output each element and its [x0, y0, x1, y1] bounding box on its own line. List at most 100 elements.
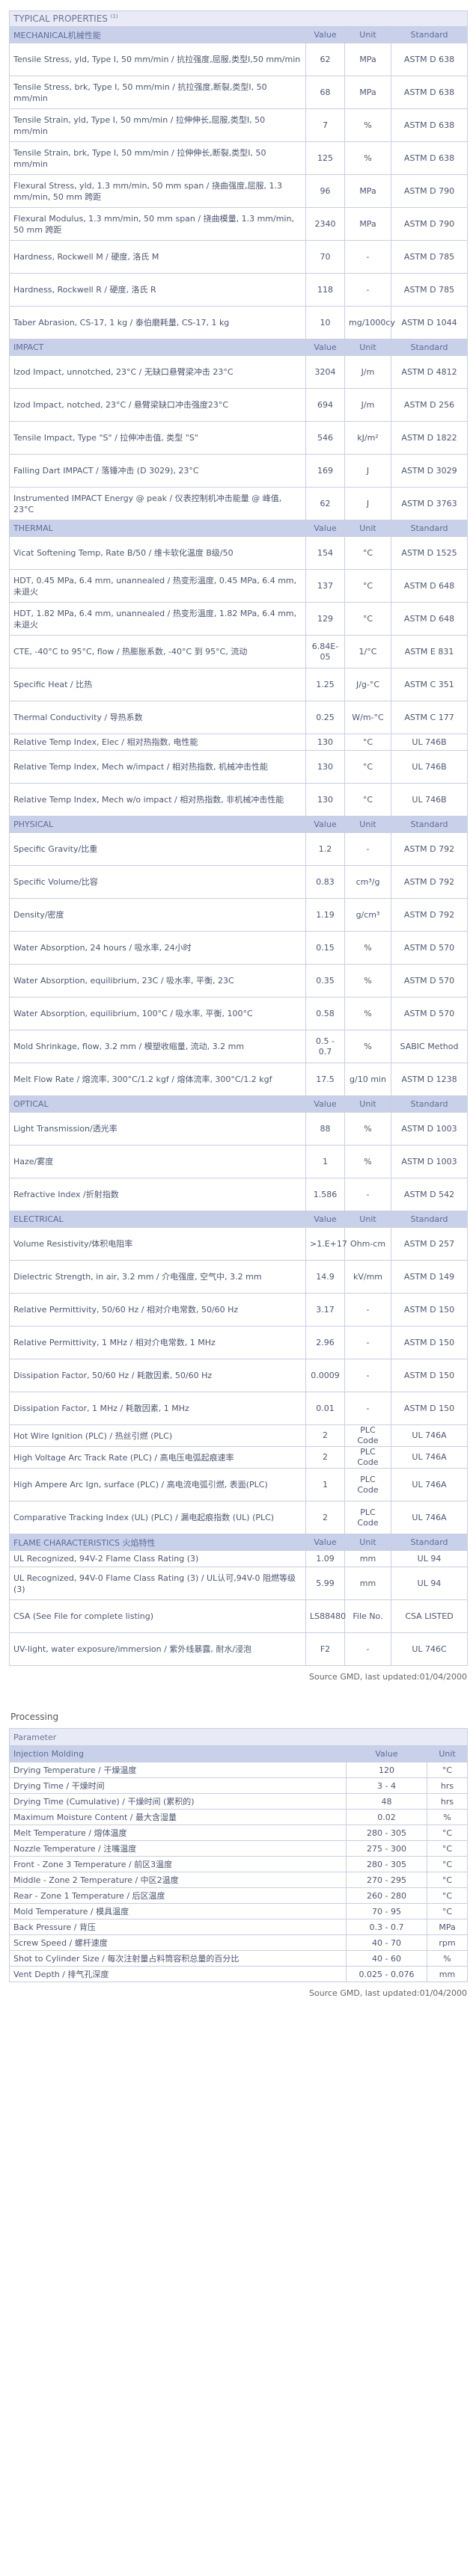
property-value: 62 — [305, 487, 345, 520]
value-header: Value — [305, 1534, 345, 1551]
source-note-2: Source GMD, last updated:01/04/2000 — [309, 1988, 467, 1998]
processing-parameter: Back Pressure / 背压 — [9, 1919, 347, 1935]
property-name: Melt Flow Rate / 熔流率, 300°C/1.2 kgf / 熔体… — [9, 1063, 306, 1096]
processing-unit: rpm — [426, 1934, 469, 1951]
property-standard: ASTM D 150 — [390, 1326, 469, 1359]
property-value: 1.586 — [305, 1178, 345, 1211]
section-header-row: OPTICAL Value Unit Standard — [9, 1095, 469, 1113]
processing-value: 0.025 - 0.076 — [346, 1966, 427, 1982]
table-title: TYPICAL PROPERTIES (1) — [8, 10, 469, 27]
processing-value: 48 — [346, 1793, 427, 1810]
property-standard: ASTM D 638 — [390, 76, 469, 109]
property-standard: ASTM D 638 — [390, 43, 469, 76]
property-value: 1.2 — [305, 832, 345, 866]
property-value: 5.99 — [305, 1567, 345, 1600]
property-value: 130 — [305, 750, 345, 784]
property-standard: UL 746C — [390, 1632, 469, 1666]
property-name: HDT, 1.82 MPa, 6.4 mm, unannealed / 热变形温… — [9, 602, 306, 636]
property-row: High Voltage Arc Track Rate (PLC) / 高电压电… — [9, 1446, 469, 1469]
property-standard: ASTM D 150 — [390, 1392, 469, 1425]
property-unit: mm — [344, 1550, 391, 1567]
standard-header: Standard — [390, 339, 469, 356]
property-unit: % — [344, 1030, 391, 1063]
property-row: Comparative Tracking Index (UL) (PLC) / … — [9, 1501, 469, 1534]
property-standard: ASTM D 1044 — [390, 306, 469, 339]
property-row: Relative Temp Index, Elec / 相对热指数, 电性能 13… — [9, 734, 469, 751]
value-header: Value — [305, 520, 345, 537]
property-name: Izod Impact, notched, 23°C / 悬臂梁缺口冲击强度23… — [9, 388, 306, 422]
processing-row: Middle - Zone 2 Temperature / 中区2温度 270 -… — [9, 1872, 469, 1888]
property-row: Tensile Impact, Type "S" / 拉伸冲击值, 类型 "S"… — [9, 421, 469, 455]
section-title: THERMAL — [9, 520, 306, 537]
property-value: 2.96 — [305, 1326, 345, 1359]
processing-parameter: Drying Time (Cumulative) / 干燥时间 (累积的) — [9, 1793, 347, 1810]
property-value: >1.E+17 — [305, 1227, 347, 1261]
section-header-row: FLAME CHARACTERISTICS 火焰特性 Value Unit Stand… — [9, 1534, 469, 1551]
property-name: UV-light, water exposure/immersion / 紫外线… — [9, 1632, 306, 1666]
standard-header: Standard — [390, 520, 469, 537]
property-name: Specific Gravity/比重 — [9, 832, 306, 866]
property-name: Instrumented IMPACT Energy @ peak / 仪表控制… — [9, 487, 306, 520]
processing-value: 270 - 295 — [346, 1872, 427, 1888]
property-name: Mold Shrinkage, flow, 3.2 mm / 模塑收缩量, 流动… — [9, 1030, 306, 1063]
processing-unit: °C — [426, 1762, 469, 1778]
section-header-row: ELECTRICAL Value Unit Standard — [9, 1211, 469, 1228]
property-value: 1.19 — [305, 898, 345, 932]
section-title: FLAME CHARACTERISTICS 火焰特性 — [9, 1534, 306, 1551]
property-row: Dissipation Factor, 1 MHz / 耗散因素, 1 MHz 0… — [9, 1392, 469, 1425]
property-name: Hardness, Rockwell M / 硬度, 洛氏 M — [9, 240, 306, 274]
processing-row: Drying Time / 干燥时间 3 - 4 hrs — [9, 1777, 469, 1794]
processing-parameter: Melt Temperature / 熔体温度 — [9, 1825, 347, 1841]
property-row: Relative Permittivity, 1 MHz / 相对介电常数, 1… — [9, 1326, 469, 1359]
processing-parameter: Maximum Moisture Content / 最大含湿量 — [9, 1809, 347, 1825]
property-row: Vicat Softening Temp, Rate B/50 / 维卡软化温度… — [9, 536, 469, 570]
property-value: 1.25 — [305, 668, 345, 701]
property-standard: ASTM E 831 — [390, 635, 469, 668]
property-unit: mg/1000cy — [344, 306, 395, 339]
property-standard: ASTM D 1238 — [390, 1063, 469, 1096]
property-name: Relative Temp Index, Mech w/o impact / 相… — [9, 783, 306, 817]
property-unit: Ohm-cm — [344, 1227, 391, 1261]
section-title: PHYSICAL — [9, 816, 306, 833]
injection-molding-header: Injection Molding — [9, 1745, 347, 1762]
property-unit: % — [344, 997, 391, 1030]
processing-unit: °C — [426, 1856, 469, 1872]
property-row: High Ampere Arc Ign, surface (PLC) / 高电流… — [9, 1468, 469, 1501]
property-unit: - — [344, 832, 391, 866]
property-unit: - — [344, 273, 391, 307]
processing-table: Parameter Injection Molding Value Unit D… — [8, 1728, 469, 1982]
property-unit: g/cm³ — [344, 898, 391, 932]
property-unit: % — [344, 108, 391, 142]
property-unit: - — [344, 1293, 391, 1327]
property-row: Specific Heat / 比热 1.25 J/g-°C ASTM C 351 — [9, 668, 469, 701]
property-row: Flexural Stress, yld, 1.3 mm/min, 50 mm … — [9, 174, 469, 208]
property-value: 0.5 - 0.7 — [305, 1030, 345, 1063]
property-row: Specific Gravity/比重 1.2- ASTM D 792 — [9, 832, 469, 866]
property-unit: MPa — [344, 76, 391, 109]
processing-parameter: Drying Temperature / 干燥温度 — [9, 1762, 347, 1778]
property-unit: °C — [344, 734, 391, 751]
property-unit: kV/mm — [344, 1260, 391, 1294]
processing-value: 275 - 300 — [346, 1840, 427, 1857]
property-value: 129 — [305, 602, 345, 636]
property-row: Haze/雾度 1% ASTM D 1003 — [9, 1145, 469, 1178]
processing-unit: MPa — [426, 1919, 469, 1935]
property-unit: - — [344, 1326, 391, 1359]
parameter-header: Parameter — [8, 1728, 469, 1746]
processing-row: Screw Speed / 螺杆速度 40 - 70 rpm — [9, 1934, 469, 1951]
property-row: Water Absorption, 24 hours / 吸水率, 24小时 0.… — [9, 931, 469, 965]
standard-header: Standard — [390, 26, 469, 43]
property-standard: UL 746B — [390, 750, 469, 784]
processing-value: 3 - 4 — [346, 1777, 427, 1794]
property-unit: PLC Code — [344, 1446, 391, 1469]
processing-row: Front - Zone 3 Temperature / 前区3温度 280 - … — [9, 1856, 469, 1872]
property-value: 130 — [305, 783, 345, 817]
property-value: 96 — [305, 174, 345, 208]
property-row: Taber Abrasion, CS-17, 1 kg / 泰伯磨耗量, CS-… — [9, 306, 469, 339]
section-title: MECHANICAL机械性能 — [9, 26, 306, 43]
property-row: UL Recognized, 94V-0 Flame Class Rating … — [9, 1567, 469, 1600]
processing-label: Processing — [10, 1712, 59, 1722]
property-standard: ASTM D 1525 — [390, 536, 469, 570]
processing-value: 70 - 95 — [346, 1903, 427, 1919]
property-unit: MPa — [344, 43, 391, 76]
